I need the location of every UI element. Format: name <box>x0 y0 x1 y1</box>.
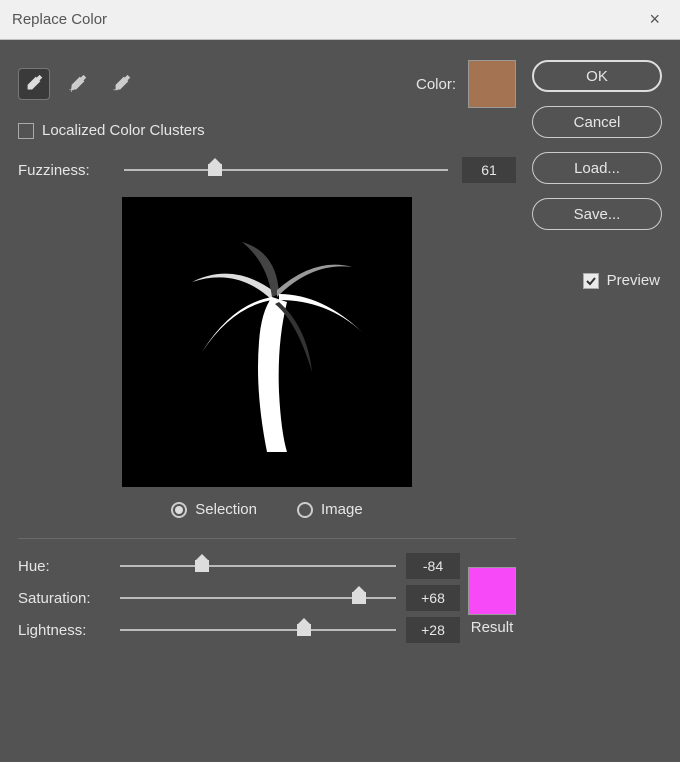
localized-checkbox[interactable] <box>18 123 34 139</box>
right-button-panel: OK Cancel Load... Save... Preview <box>532 60 662 748</box>
eyedropper-plus-icon[interactable]: + <box>62 68 94 100</box>
result-label: Result <box>471 619 514 636</box>
titlebar: Replace Color × <box>0 0 680 40</box>
close-icon[interactable]: × <box>641 5 668 34</box>
svg-text:+: + <box>69 85 74 95</box>
preview-checkbox-row: Preview <box>532 272 662 289</box>
radio-image-label: Image <box>321 501 363 518</box>
load-button[interactable]: Load... <box>532 152 662 184</box>
fuzziness-slider[interactable] <box>124 158 448 182</box>
lightness-label: Lightness: <box>18 622 110 639</box>
hue-row: Hue: -84 <box>18 553 460 579</box>
adjust-block: Hue: -84 Saturation: +68 <box>18 553 516 649</box>
hue-label: Hue: <box>18 558 110 575</box>
fuzziness-label: Fuzziness: <box>18 162 110 179</box>
hue-slider[interactable] <box>120 554 396 578</box>
saturation-value[interactable]: +68 <box>406 585 460 611</box>
lightness-value[interactable]: +28 <box>406 617 460 643</box>
lightness-row: Lightness: +28 <box>18 617 460 643</box>
eyedropper-icon[interactable] <box>18 68 50 100</box>
source-color-swatch[interactable] <box>468 60 516 108</box>
selection-preview <box>122 197 412 487</box>
saturation-label: Saturation: <box>18 590 110 607</box>
palm-tree-icon <box>137 212 397 472</box>
result-column: Result <box>468 567 516 636</box>
radio-selection[interactable]: Selection <box>171 501 257 518</box>
svg-text:−: − <box>113 85 118 95</box>
preview-mode-radios: Selection Image <box>18 501 516 518</box>
eyedropper-minus-icon[interactable]: − <box>106 68 138 100</box>
localized-label: Localized Color Clusters <box>42 122 205 139</box>
preview-checkbox[interactable] <box>583 273 599 289</box>
hue-value[interactable]: -84 <box>406 553 460 579</box>
lightness-slider[interactable] <box>120 618 396 642</box>
radio-image[interactable]: Image <box>297 501 363 518</box>
eyedropper-row: + − Color: <box>18 60 516 108</box>
saturation-row: Saturation: +68 <box>18 585 460 611</box>
color-label: Color: <box>416 76 456 93</box>
result-color-swatch[interactable] <box>468 567 516 615</box>
localized-checkbox-row: Localized Color Clusters <box>18 122 516 139</box>
content-area: + − Color: Localized Color Clusters Fuzz… <box>0 40 680 762</box>
saturation-slider[interactable] <box>120 586 396 610</box>
fuzziness-row: Fuzziness: 61 <box>18 157 516 183</box>
divider <box>18 538 516 539</box>
replace-color-dialog: Replace Color × + − Color: Localiz <box>0 0 680 762</box>
radio-selection-label: Selection <box>195 501 257 518</box>
save-button[interactable]: Save... <box>532 198 662 230</box>
ok-button[interactable]: OK <box>532 60 662 92</box>
left-panel: + − Color: Localized Color Clusters Fuzz… <box>18 60 516 748</box>
fuzziness-value[interactable]: 61 <box>462 157 516 183</box>
cancel-button[interactable]: Cancel <box>532 106 662 138</box>
window-title: Replace Color <box>12 11 107 28</box>
preview-label: Preview <box>607 272 660 289</box>
